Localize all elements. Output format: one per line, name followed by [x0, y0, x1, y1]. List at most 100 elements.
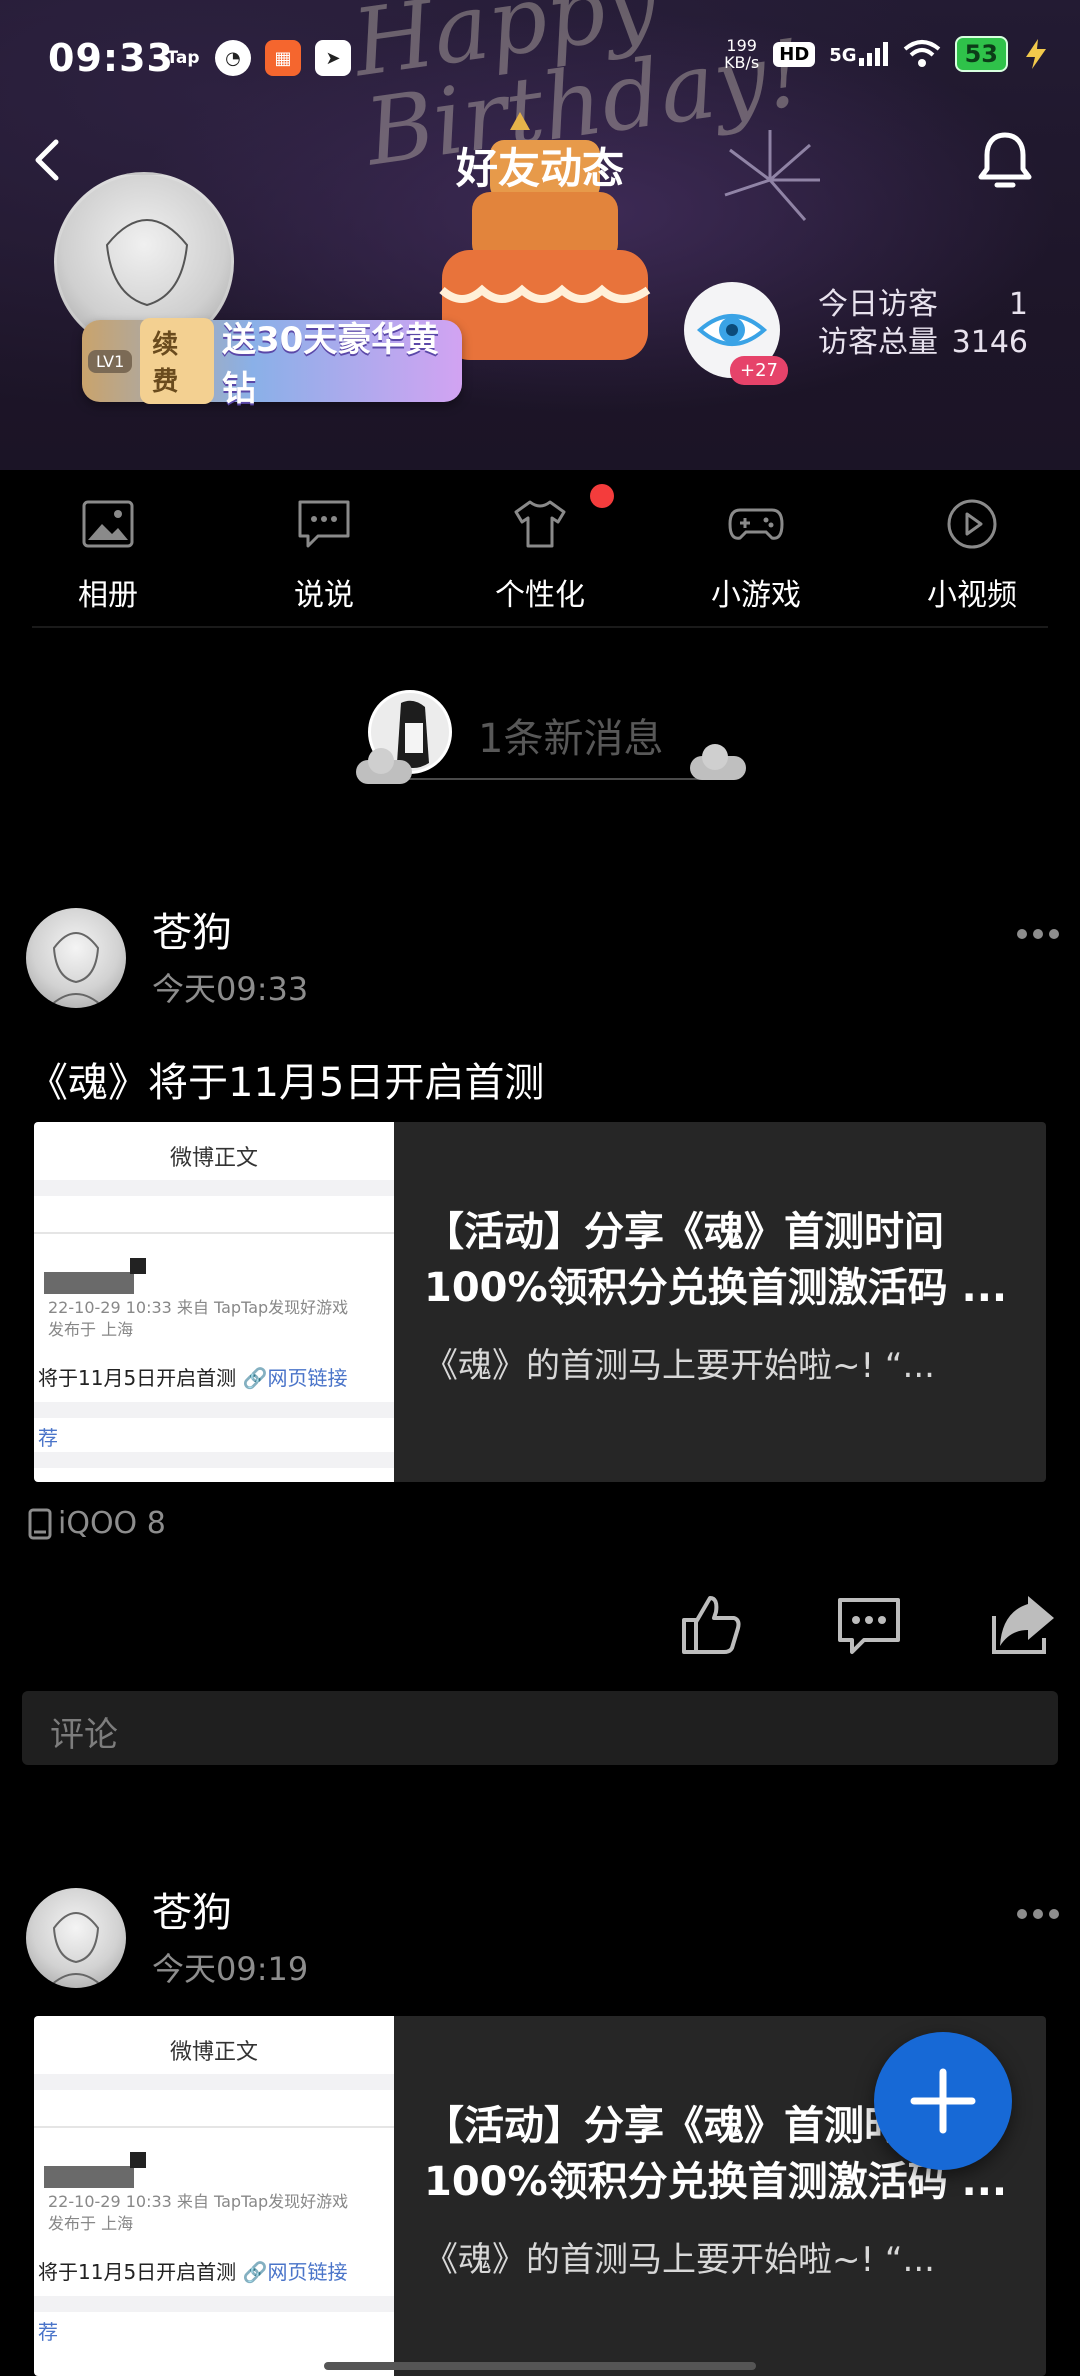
home-indicator[interactable]	[324, 2362, 756, 2370]
thumb-location: 发布于 上海	[48, 2214, 134, 2233]
nav-label-games: 小游戏	[711, 578, 801, 613]
comment-input[interactable]: 评论	[22, 1691, 1058, 1765]
net-speed: 199 KB/s	[724, 37, 759, 71]
post-text: 《魂》将于11月5日开启首测	[28, 1060, 545, 1106]
comment-icon[interactable]	[834, 1590, 904, 1660]
phone-icon	[28, 1508, 52, 1539]
thumb-body: 将于11月5日开启首测 🔗网页链接	[38, 1362, 347, 1391]
thumb-divider	[34, 1232, 394, 1234]
thumb-body-text: 将于11月5日开启首测	[38, 1366, 237, 1390]
thumb-body: 将于11月5日开启首测 🔗网页链接	[38, 2256, 347, 2285]
thumb-band	[34, 1452, 394, 1468]
vip-promo-banner[interactable]: LV1 续费 送30天豪华黄钻	[82, 318, 462, 409]
thumb-redacted	[44, 2166, 134, 2188]
thumb-title: 微博正文	[169, 1146, 258, 1171]
link-preview-card[interactable]: 微博正文 22-10-29 10:33 来自 TapTap发现好游戏 发布于 上…	[34, 1122, 1046, 1482]
today-visitors-value: 1	[1008, 287, 1028, 322]
profile-banner: Happy Birthday! 09:33 Tap ◔ ▦ ➤ 199 KB/s…	[0, 0, 1080, 470]
nav-item-album[interactable]: 相册	[38, 494, 178, 614]
total-visitors-row: 访客总量 3146	[818, 324, 1028, 362]
nav-label-album: 相册	[78, 578, 138, 613]
post-author-name[interactable]: 苍狗	[152, 1880, 232, 1938]
new-visitors-badge: +27	[730, 356, 788, 385]
post-author-avatar[interactable]	[26, 1888, 126, 1988]
more-options-icon[interactable]	[1016, 926, 1060, 942]
thumb-redacted	[130, 2152, 146, 2168]
nav-item-videos[interactable]: 小视频	[902, 494, 1042, 614]
wifi-icon	[903, 40, 940, 67]
more-options-icon[interactable]	[1016, 1906, 1060, 1922]
nav-label-moments: 说说	[294, 578, 354, 613]
tap-icon: Tap	[166, 48, 200, 68]
link-thumbnail: 微博正文 22-10-29 10:33 来自 TapTap发现好游戏 发布于 上…	[34, 1122, 394, 1482]
thumb-link-text: 网页链接	[267, 1366, 348, 1390]
vip-promo-text: 送30天豪华黄钻	[221, 320, 440, 409]
nav-label-personalize: 个性化	[495, 578, 585, 613]
thumb-redacted	[130, 1258, 146, 1274]
album-icon	[82, 500, 134, 548]
status-time: 09:33	[48, 36, 174, 80]
nav-divider	[32, 626, 1048, 628]
nav-item-personalize[interactable]: 个性化	[470, 494, 610, 614]
net-speed-unit: KB/s	[724, 53, 760, 72]
speedometer-icon: ◔	[215, 40, 251, 76]
device-info: iQOO 8	[28, 1506, 166, 1541]
new-message-underline	[380, 778, 710, 780]
thumb-meta: 22-10-29 10:33 来自 TapTap发现好游戏	[48, 2192, 349, 2211]
post-time: 今天09:19	[152, 1950, 309, 1988]
net-speed-value: 199	[726, 36, 757, 55]
today-visitors-label: 今日访客	[818, 287, 938, 322]
link-thumbnail: 微博正文 22-10-29 10:33 来自 TapTap发现好游戏 发布于 上…	[34, 2016, 394, 2376]
visitor-stats[interactable]: 今日访客 1 访客总量 3146	[818, 286, 1028, 362]
total-visitors-value: 3146	[951, 325, 1028, 360]
nav-item-games[interactable]: 小游戏	[686, 494, 826, 614]
thumb-more: 荐	[38, 2320, 58, 2344]
post-time: 今天09:33	[152, 970, 309, 1008]
thumb-band	[34, 1402, 394, 1418]
post-actions	[0, 1590, 1080, 1660]
renew-button[interactable]: 续费	[140, 318, 214, 404]
notification-bell-icon[interactable]	[970, 125, 1040, 195]
thumb-link: 🔗网页链接	[242, 1366, 348, 1390]
play-icon	[947, 499, 997, 549]
plus-icon	[910, 2068, 976, 2134]
new-message-text: 1条新消息	[478, 716, 664, 762]
thumb-divider	[34, 2126, 394, 2128]
thumb-band	[34, 2074, 394, 2090]
signal-icon: 5G	[829, 42, 888, 66]
post-author-avatar[interactable]	[26, 908, 126, 1008]
today-visitors-row: 今日访客 1	[818, 286, 1028, 324]
thumb-more: 荐	[38, 1426, 58, 1450]
thumb-link-text: 网页链接	[267, 2260, 348, 2284]
link-card-description: 《魂》的首测马上要开始啦~! “...	[424, 1346, 935, 1386]
status-indicators: 199 KB/s HD 5G 53	[724, 36, 1050, 72]
send-icon: ➤	[315, 40, 351, 76]
signal-label: 5G	[829, 45, 857, 66]
thumb-meta: 22-10-29 10:33 来自 TapTap发现好游戏	[48, 1298, 349, 1317]
share-icon[interactable]	[988, 1590, 1058, 1660]
total-visitors-label: 访客总量	[818, 325, 938, 360]
post-author-name[interactable]: 苍狗	[152, 900, 232, 958]
link-card-description: 《魂》的首测马上要开始啦~! “...	[424, 2240, 935, 2280]
nav-item-moments[interactable]: 说说	[254, 494, 394, 614]
link-card-title: 【活动】分享《魂》首测时间100%领积分兑换首测激活码 ...	[424, 1209, 1008, 1311]
new-message-notice[interactable]: 1条新消息	[356, 690, 750, 790]
cloud-decoration-right	[690, 744, 746, 780]
thumb-link: 🔗网页链接	[242, 2260, 348, 2284]
thumb-location: 发布于 上海	[48, 1320, 134, 1339]
battery-indicator: 53	[954, 36, 1008, 72]
like-icon[interactable]	[676, 1590, 746, 1660]
nav-label-videos: 小视频	[927, 578, 1017, 613]
create-post-button[interactable]	[874, 2032, 1012, 2170]
hd-icon: HD	[773, 41, 816, 67]
new-item-dot	[590, 484, 614, 508]
device-name: iQOO 8	[58, 1506, 166, 1541]
gamepad-icon	[728, 508, 784, 540]
thumb-band	[34, 2296, 394, 2312]
status-bar: 09:33 Tap ◔ ▦ ➤ 199 KB/s HD 5G 53	[0, 0, 1080, 120]
thumb-band	[34, 1180, 394, 1196]
thumb-body-text: 将于11月5日开启首测	[38, 2260, 237, 2284]
thumb-title: 微博正文	[169, 2040, 258, 2065]
charging-icon	[1026, 39, 1046, 69]
tshirt-icon	[514, 500, 566, 548]
